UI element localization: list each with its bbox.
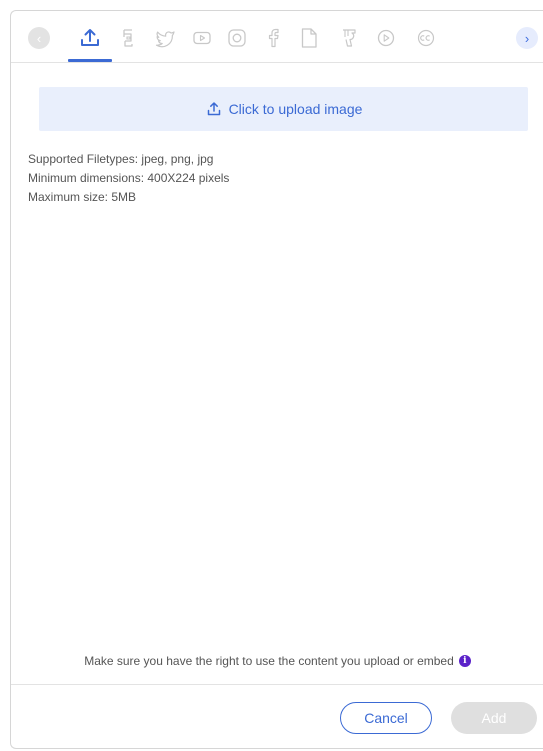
source-toolbar: ‹ › xyxy=(11,11,543,63)
info-icon[interactable]: i xyxy=(458,655,471,667)
giphy-icon xyxy=(123,29,133,47)
supported-filetypes: Supported Filetypes: jpeg, png, jpg xyxy=(28,152,214,166)
active-tab-indicator xyxy=(68,59,112,62)
play-icon xyxy=(377,29,395,47)
rights-disclaimer: Make sure you have the right to use the … xyxy=(11,654,543,668)
upload-dropzone[interactable]: Click to upload image xyxy=(39,87,528,131)
facebook-icon xyxy=(268,28,279,48)
tab-video[interactable] xyxy=(373,25,399,51)
upload-requirements: Supported Filetypes: jpeg, png, jpg Mini… xyxy=(28,150,229,207)
media-picker-panel: ‹ › Click to upload image Supported File… xyxy=(10,10,543,749)
scroll-next-button[interactable]: › xyxy=(516,27,538,49)
tab-soundcloud[interactable] xyxy=(336,25,362,51)
soundcloud-icon xyxy=(343,29,356,47)
tab-instagram[interactable] xyxy=(224,25,250,51)
creative-commons-icon xyxy=(417,29,435,47)
cancel-button[interactable]: Cancel xyxy=(340,702,432,734)
tab-document[interactable] xyxy=(296,25,322,51)
instagram-icon xyxy=(228,29,246,47)
youtube-icon xyxy=(193,31,211,45)
tab-twitter[interactable] xyxy=(152,25,178,51)
tab-youtube[interactable] xyxy=(189,25,215,51)
chevron-left-icon: ‹ xyxy=(36,30,42,46)
scroll-prev-button[interactable]: ‹ xyxy=(28,27,50,49)
upload-label: Click to upload image xyxy=(228,101,363,117)
document-icon xyxy=(301,28,317,48)
upload-icon xyxy=(81,29,99,46)
footer-divider xyxy=(11,684,543,685)
tab-creative-commons[interactable] xyxy=(413,25,439,51)
minimum-dimensions: Minimum dimensions: 400X224 pixels xyxy=(28,171,230,185)
maximum-size: Maximum size: 5MB xyxy=(28,190,137,204)
disclaimer-text: Make sure you have the right to use the … xyxy=(84,654,454,668)
chevron-right-icon: › xyxy=(524,30,530,46)
tab-upload[interactable] xyxy=(77,25,103,51)
twitter-icon xyxy=(155,31,175,48)
tab-facebook[interactable] xyxy=(261,25,287,51)
add-button[interactable]: Add xyxy=(451,702,537,734)
upload-icon xyxy=(207,102,220,116)
tab-giphy[interactable] xyxy=(115,25,141,51)
